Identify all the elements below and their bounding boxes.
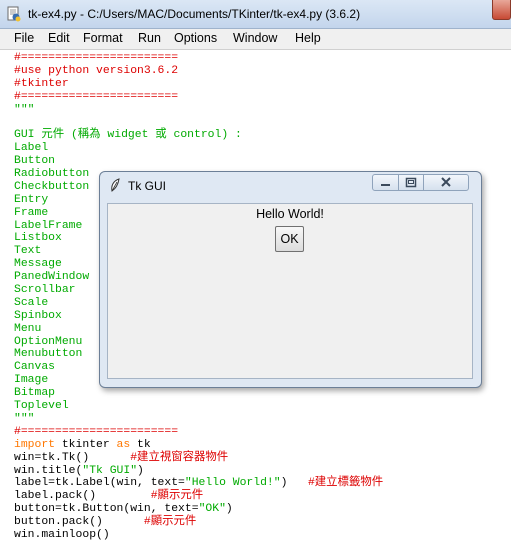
code-token: button=tk.Button(win, text=	[14, 503, 199, 516]
code-token: as	[116, 438, 131, 451]
code-token: label=tk.Label(win, text=	[14, 477, 185, 490]
code-line: win.mainloop()	[14, 529, 504, 542]
code-line: button.pack() #顯示元件	[14, 516, 504, 529]
tk-client-area: Hello World! OK	[107, 203, 473, 379]
code-token: #=======================	[14, 52, 179, 64]
menu-options[interactable]: Options	[170, 31, 221, 45]
tk-titlebar[interactable]: Tk GUI	[100, 172, 481, 198]
code-line: Bitmap	[14, 387, 504, 400]
code-line: label=tk.Label(win, text="Hello World!")…	[14, 477, 504, 490]
code-line: label.pack() #顯示元件	[14, 490, 504, 503]
code-line: #tkinter	[14, 78, 504, 91]
code-line: #=======================	[14, 91, 504, 104]
maximize-icon	[405, 177, 417, 188]
code-token: PanedWindow	[14, 271, 90, 284]
code-line: win=tk.Tk() #建立視窗容器物件	[14, 452, 504, 465]
code-line: """	[14, 413, 504, 426]
code-token: GUI 元件 (稱為 widget 或 control) :	[14, 129, 242, 142]
menu-format[interactable]: Format	[79, 31, 127, 45]
code-token: Radiobutton	[14, 168, 90, 181]
code-token: #use python version3.6.2	[14, 64, 179, 77]
code-line: GUI 元件 (稱為 widget 或 control) :	[14, 129, 504, 142]
menu-edit[interactable]: Edit	[44, 31, 74, 45]
code-line: Toplevel	[14, 400, 504, 413]
code-token: Text	[14, 245, 42, 258]
maximize-button[interactable]	[398, 174, 424, 191]
code-token: #tkinter	[14, 77, 69, 90]
menu-bar: File Edit Format Run Options Window Help	[0, 29, 511, 50]
code-token: tk	[130, 438, 151, 451]
code-line: import tkinter as tk	[14, 439, 504, 452]
code-token: )	[280, 477, 308, 490]
code-token: Scrollbar	[14, 284, 76, 297]
code-token: Message	[14, 258, 62, 271]
code-token: LabelFrame	[14, 219, 83, 232]
code-token: #建立標籤物件	[307, 477, 384, 490]
code-token: button.pack()	[14, 516, 144, 529]
code-token: Image	[14, 374, 49, 387]
code-token: #顯示元件	[150, 490, 204, 503]
window-title: tk-ex4.py - C:/Users/MAC/Documents/TKint…	[28, 7, 361, 21]
code-token: Menubutton	[14, 348, 83, 361]
code-token: tkinter	[55, 438, 117, 451]
code-token: )	[137, 464, 144, 477]
tk-window-title: Tk GUI	[128, 179, 166, 193]
code-token: Toplevel	[14, 400, 69, 413]
code-token: import	[14, 438, 56, 451]
tk-feather-icon	[111, 178, 120, 192]
code-token: Spinbox	[14, 309, 62, 322]
idle-titlebar[interactable]: tk-ex4.py - C:/Users/MAC/Documents/TKint…	[0, 0, 511, 29]
code-token: OptionMenu	[14, 335, 83, 348]
code-token: "Tk GUI"	[82, 464, 138, 477]
code-token: label.pack()	[14, 490, 151, 503]
code-token: "Hello World!"	[184, 477, 281, 490]
menu-help[interactable]: Help	[291, 31, 325, 45]
code-token: """	[14, 103, 35, 116]
code-token: win.title(	[14, 464, 83, 477]
code-token: #顯示元件	[143, 516, 197, 529]
code-line: win.title("Tk GUI")	[14, 465, 504, 478]
code-token: Frame	[14, 206, 49, 219]
close-button[interactable]	[492, 0, 511, 20]
minimize-icon	[381, 184, 390, 186]
code-token: Checkbutton	[14, 180, 90, 193]
code-line: #use python version3.6.2	[14, 65, 504, 78]
code-line: Label	[14, 142, 504, 155]
code-token: #建立視窗容器物件	[130, 451, 229, 464]
code-token: win.mainloop()	[14, 528, 110, 541]
tk-close-button[interactable]	[423, 174, 469, 191]
code-token: Label	[14, 142, 49, 155]
code-token: "OK"	[198, 503, 226, 516]
code-token: Listbox	[14, 232, 62, 245]
menu-window[interactable]: Window	[229, 31, 281, 45]
code-token: Scale	[14, 296, 49, 309]
code-line: #=======================	[14, 426, 504, 439]
code-token: Entry	[14, 193, 49, 206]
code-token: #=======================	[14, 425, 179, 438]
code-line: Button	[14, 155, 504, 168]
code-line: #=======================	[14, 52, 504, 65]
hello-label: Hello World!	[256, 207, 324, 221]
tk-gui-window: Tk GUI Hello World! OK	[99, 171, 482, 388]
code-token: )	[225, 503, 233, 516]
code-token: Menu	[14, 322, 42, 335]
close-icon	[441, 177, 451, 187]
minimize-button[interactable]	[372, 174, 399, 191]
code-line: """	[14, 104, 504, 117]
code-token: Canvas	[14, 361, 56, 374]
code-line: button=tk.Button(win, text="OK")	[14, 503, 504, 516]
code-token: #=======================	[14, 90, 179, 103]
menu-run[interactable]: Run	[134, 31, 165, 45]
ok-button[interactable]: OK	[275, 226, 304, 252]
code-token: win=tk.Tk()	[14, 451, 131, 464]
code-token: """	[14, 412, 35, 425]
code-token: Bitmap	[14, 387, 56, 400]
code-token: Button	[14, 155, 56, 168]
menu-file[interactable]: File	[10, 31, 38, 45]
python-file-icon	[7, 6, 21, 22]
